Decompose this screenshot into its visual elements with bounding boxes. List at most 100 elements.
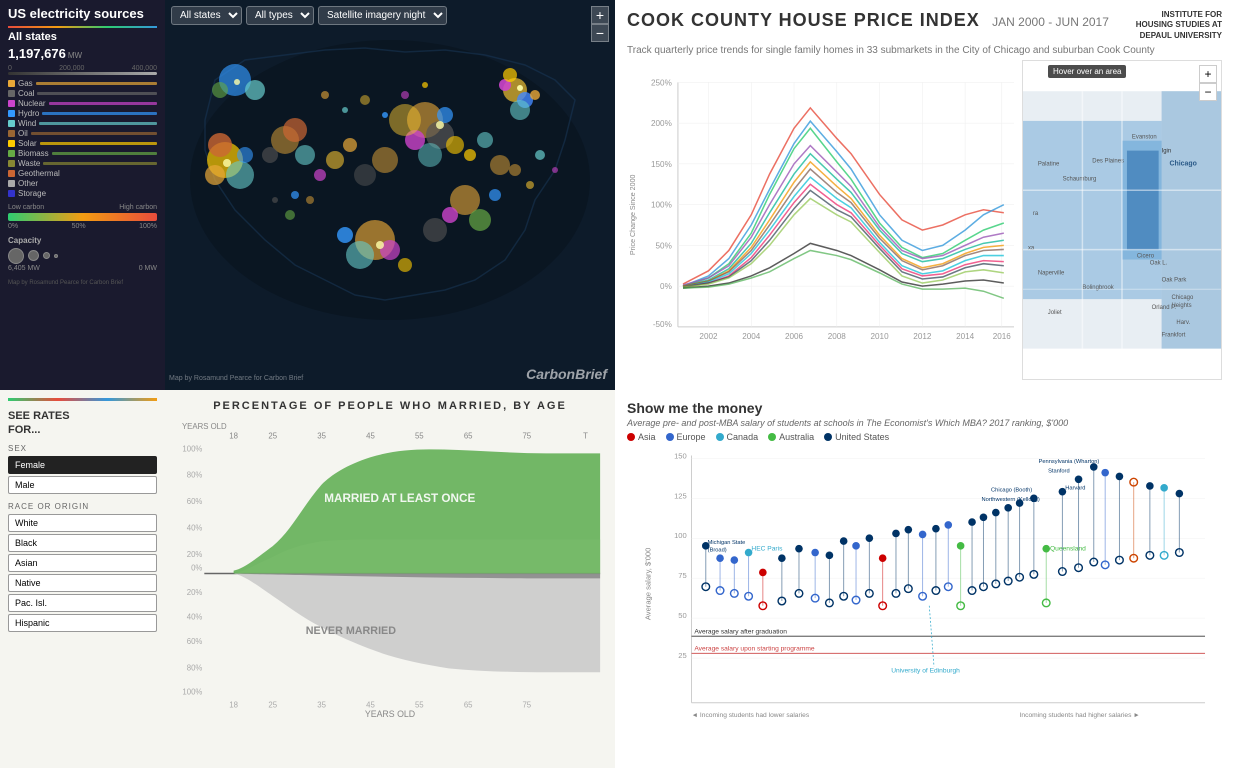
cook-date: JAN 2000 - JUN 2017	[992, 15, 1109, 29]
capacity-section-label: Capacity	[8, 236, 157, 245]
svg-text:75: 75	[522, 700, 531, 709]
svg-text:0%: 0%	[191, 564, 202, 573]
mba-legend: Asia Europe Canada Australia United Stat…	[627, 432, 1222, 442]
capacity-scale-1: 200,000	[59, 65, 84, 72]
svg-text:150%: 150%	[651, 160, 672, 169]
carbon-low-label: Low carbon	[8, 204, 44, 211]
svg-text:◄ Incoming students had lower: ◄ Incoming students had lower salaries	[692, 712, 810, 719]
native-button[interactable]: Native	[8, 574, 157, 592]
electricity-map: All states All types Satellite imagery n…	[165, 0, 615, 390]
svg-text:Cicero: Cicero	[1137, 254, 1155, 260]
svg-text:Heights: Heights	[1172, 303, 1192, 309]
zoom-in-button[interactable]: +	[591, 6, 609, 24]
black-button[interactable]: Black	[8, 534, 157, 552]
svg-text:Michigan State: Michigan State	[708, 540, 746, 546]
svg-text:Chicago: Chicago	[1170, 161, 1197, 168]
svg-text:0%: 0%	[660, 282, 672, 291]
svg-text:60%: 60%	[187, 637, 203, 646]
pac-isl-button[interactable]: Pac. Isl.	[8, 594, 157, 612]
svg-text:80%: 80%	[187, 471, 203, 480]
capacity-small: 0 MW	[139, 265, 157, 272]
svg-text:2002: 2002	[699, 332, 718, 341]
cook-county-panel: COOK COUNTY HOUSE PRICE INDEX JAN 2000 -…	[615, 0, 1234, 390]
svg-text:Chicago: Chicago	[1172, 295, 1194, 301]
electricity-sidebar: US electricity sources All states 1,197,…	[0, 0, 165, 390]
svg-text:xa: xa	[1028, 246, 1035, 252]
svg-text:2008: 2008	[828, 332, 847, 341]
male-button[interactable]: Male	[8, 476, 157, 494]
state-filter-dropdown[interactable]: All states	[171, 6, 242, 25]
svg-text:Average salary, $'000: Average salary, $'000	[644, 548, 653, 621]
svg-text:Des Plaines: Des Plaines	[1092, 159, 1124, 165]
svg-text:55: 55	[415, 700, 424, 709]
svg-text:60%: 60%	[187, 497, 203, 506]
type-filter-dropdown[interactable]: All types	[246, 6, 314, 25]
svg-text:45: 45	[366, 700, 375, 709]
svg-text:125: 125	[674, 491, 687, 500]
svg-text:250%: 250%	[651, 79, 672, 88]
svg-text:150: 150	[674, 451, 687, 460]
svg-text:Evanston: Evanston	[1132, 135, 1157, 141]
svg-text:-50%: -50%	[653, 320, 672, 329]
cook-map-zoom-out[interactable]: −	[1199, 83, 1217, 101]
cook-map: + − Hover over an area	[1022, 60, 1222, 380]
svg-text:Harv.: Harv.	[1176, 320, 1190, 326]
svg-text:18: 18	[229, 700, 238, 709]
svg-text:MARRIED AT LEAST ONCE: MARRIED AT LEAST ONCE	[324, 492, 475, 505]
cook-map-zoom-in[interactable]: +	[1199, 65, 1217, 83]
svg-text:Frankfort: Frankfort	[1162, 333, 1186, 339]
total-capacity-value: 1,197,676	[8, 46, 66, 61]
svg-text:2014: 2014	[956, 332, 975, 341]
svg-text:Oak Park: Oak Park	[1162, 277, 1187, 283]
svg-text:Bolingbrook: Bolingbrook	[1082, 285, 1113, 291]
svg-text:2006: 2006	[785, 332, 804, 341]
svg-text:Naperville: Naperville	[1038, 271, 1065, 277]
marriage-chart-panel: PERCENTAGE OF PEOPLE WHO MARRIED, BY AGE…	[165, 390, 615, 768]
cook-chart: 250% 200% 150% 100% 50% 0% -50% Price Ch…	[627, 60, 1014, 380]
svg-text:55: 55	[415, 432, 424, 441]
svg-text:25: 25	[268, 432, 277, 441]
mba-subtitle: Average pre- and post-MBA salary of stud…	[627, 418, 1222, 428]
svg-text:T: T	[583, 432, 588, 441]
svg-text:75: 75	[522, 432, 531, 441]
svg-text:2010: 2010	[871, 332, 890, 341]
cook-header: COOK COUNTY HOUSE PRICE INDEX JAN 2000 -…	[627, 10, 1222, 41]
svg-text:65: 65	[464, 700, 473, 709]
white-button[interactable]: White	[8, 514, 157, 532]
svg-text:Schaumburg: Schaumburg	[1063, 176, 1097, 182]
svg-text:YEARS OLD: YEARS OLD	[365, 709, 415, 719]
svg-text:40%: 40%	[187, 612, 203, 621]
mba-panel: Show me the money Average pre- and post-…	[615, 390, 1234, 768]
svg-text:YEARS OLD: YEARS OLD	[182, 422, 227, 431]
capacity-scale-2: 400,000	[132, 65, 157, 72]
svg-text:75: 75	[678, 571, 686, 580]
capacity-scale-0: 0	[8, 65, 12, 72]
mba-title: Show me the money	[627, 400, 1222, 416]
marriage-chart-title: PERCENTAGE OF PEOPLE WHO MARRIED, BY AGE	[175, 400, 605, 412]
svg-text:45: 45	[366, 432, 375, 441]
svg-text:Joliet: Joliet	[1048, 310, 1062, 316]
asian-button[interactable]: Asian	[8, 554, 157, 572]
race-label: RACE OR ORIGIN	[8, 502, 157, 511]
all-states-label: All states	[8, 31, 157, 43]
carbon-brief-watermark: CarbonBrief	[526, 366, 607, 382]
hover-instruction: Hover over an area	[1048, 65, 1126, 78]
svg-text:50%: 50%	[656, 242, 672, 251]
capacity-large: 6,405 MW	[8, 265, 40, 272]
cook-title: COOK COUNTY HOUSE PRICE INDEX	[627, 10, 980, 30]
zoom-out-button[interactable]: −	[591, 24, 609, 42]
race-filter: RACE OR ORIGIN White Black Asian Native …	[8, 502, 157, 632]
svg-text:Price Change Since 2000: Price Change Since 2000	[629, 175, 637, 256]
female-button[interactable]: Female	[8, 456, 157, 474]
map-toolbar: All states All types Satellite imagery n…	[165, 6, 615, 25]
map-zoom-controls: + −	[591, 6, 609, 42]
imagery-dropdown[interactable]: Satellite imagery night	[318, 6, 447, 25]
hispanic-button[interactable]: Hispanic	[8, 614, 157, 632]
carbon-high-label: High carbon	[119, 204, 157, 211]
svg-text:25: 25	[268, 700, 277, 709]
svg-text:(Broad): (Broad)	[708, 548, 727, 554]
svg-text:Stanford: Stanford	[1048, 469, 1070, 475]
svg-text:100%: 100%	[182, 688, 202, 697]
sex-filter: SEX Female Male	[8, 444, 157, 494]
svg-text:ra: ra	[1033, 211, 1039, 217]
